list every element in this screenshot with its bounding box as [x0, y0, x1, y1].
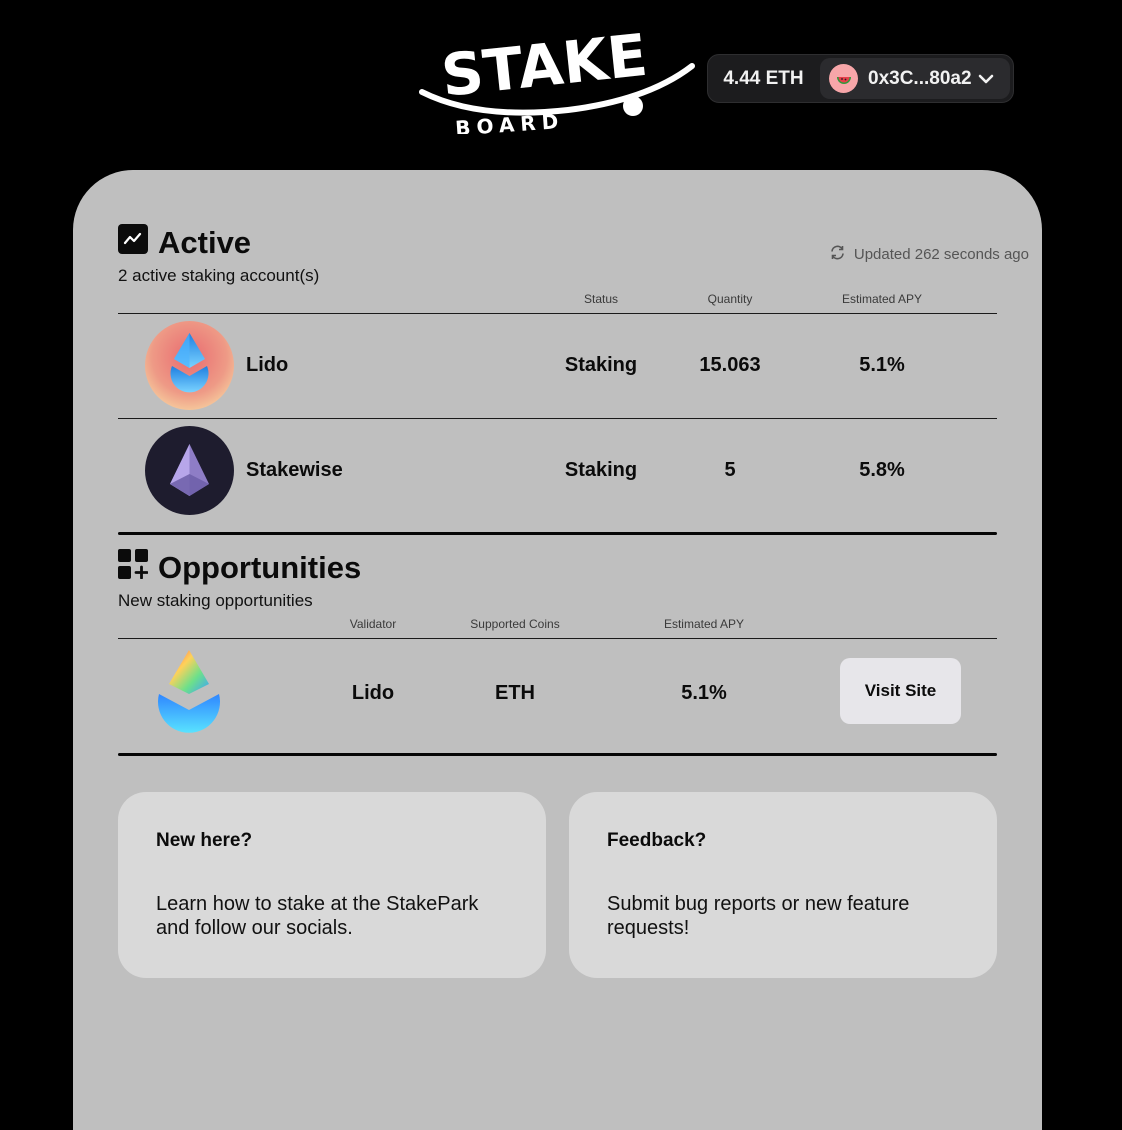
table-row[interactable]: Lido ETH 5.1% Visit Site — [118, 639, 997, 752]
stakewise-icon — [145, 426, 234, 520]
row-apy: 5.1% — [681, 682, 727, 704]
svg-text:BOARD: BOARD — [454, 109, 565, 134]
row-validator: Lido — [351, 682, 395, 704]
opportunities-heading: Opportunities — [118, 549, 997, 587]
refresh-icon[interactable] — [829, 244, 846, 265]
row-quantity: 15.063 — [699, 354, 761, 376]
row-status: Staking — [564, 354, 638, 376]
updated-text: Updated 262 seconds ago — [853, 246, 1029, 263]
card-title: Feedback? — [607, 830, 707, 851]
row-coins: ETH — [495, 682, 535, 704]
col-status: Status — [583, 292, 619, 306]
opportunities-subtitle: New staking opportunities — [118, 591, 313, 610]
card-title: New here? — [156, 830, 253, 851]
row-apy: 5.8% — [859, 459, 905, 481]
eth-balance: 4.44 ETH — [723, 67, 804, 89]
wallet-address: 0x3C...80a2 — [868, 67, 972, 89]
svg-text:STAKE: STAKE — [438, 22, 650, 110]
visit-site-button[interactable]: Visit Site — [840, 658, 961, 724]
account-button[interactable]: 0x3C...80a2 — [820, 58, 1010, 99]
wallet-widget: 4.44 ETH 0x3C...80a2 — [707, 54, 1014, 103]
table-row[interactable]: Stakewise Staking 5 5.8% — [118, 419, 997, 523]
new-here-card[interactable]: New here? Learn how to stake at the Stak… — [118, 792, 546, 978]
col-validator: Validator — [349, 617, 397, 631]
chart-icon — [118, 224, 148, 262]
opportunities-section: Opportunities New staking opportunities — [118, 549, 997, 611]
updated-status: Updated 262 seconds ago — [829, 244, 1029, 265]
main-panel: Active 2 active staking account(s) Updat… — [73, 170, 1042, 1130]
col-apy: Estimated APY — [841, 292, 923, 306]
opportunities-title: Opportunities — [158, 550, 362, 585]
active-table: Status Quantity Estimated APY Lido Staki… — [118, 292, 997, 542]
lido-icon — [156, 648, 222, 743]
opportunities-table: Validator Supported Coins Estimated APY — [118, 617, 997, 767]
col-quantity: Quantity — [707, 292, 753, 306]
chevron-down-icon — [978, 71, 994, 89]
active-title: Active — [158, 225, 252, 260]
col-apy: Estimated APY — [663, 617, 745, 631]
col-coins: Supported Coins — [470, 617, 560, 631]
row-apy: 5.1% — [859, 354, 905, 376]
row-name: Stakewise — [246, 459, 343, 481]
feedback-card[interactable]: Feedback? Submit bug reports or new feat… — [569, 792, 997, 978]
card-body: Learn how to stake at the StakePark and … — [156, 893, 479, 939]
active-subtitle: 2 active staking account(s) — [118, 266, 320, 285]
row-status: Staking — [564, 459, 638, 481]
lido-icon — [145, 321, 234, 415]
stakeboard-logo[interactable]: STAKE BOARD — [418, 22, 698, 134]
row-name: Lido — [246, 354, 289, 376]
card-body: Submit bug reports or new feature reques… — [607, 893, 910, 939]
watermelon-icon — [829, 64, 858, 93]
row-quantity: 5 — [724, 459, 736, 481]
table-row[interactable]: Lido Staking 15.063 5.1% — [118, 314, 997, 418]
grid-plus-icon — [118, 549, 149, 587]
